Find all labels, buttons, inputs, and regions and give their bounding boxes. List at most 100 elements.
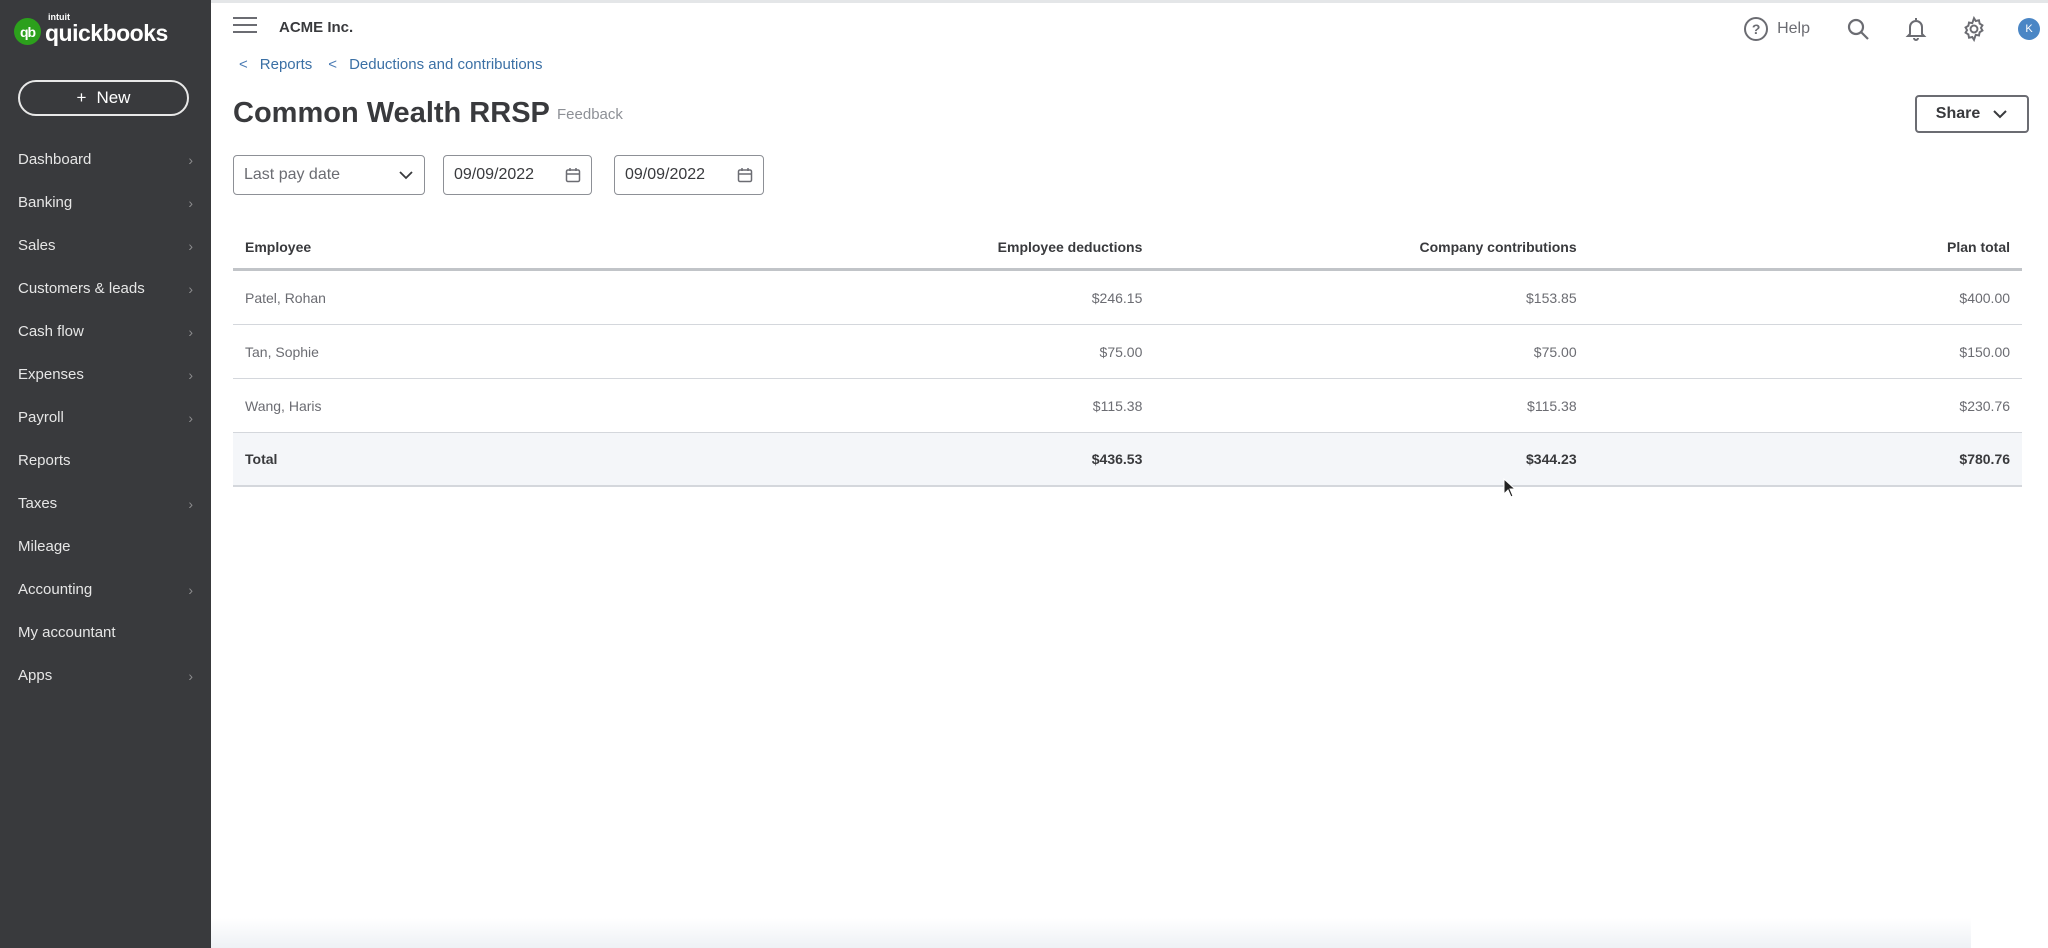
chevron-right-icon: › bbox=[188, 495, 193, 512]
breadcrumb-deductions-link[interactable]: Deductions and contributions bbox=[349, 56, 542, 73]
sidebar-nav: Dashboard › Banking › Sales › Customers … bbox=[0, 138, 211, 697]
sidebar-item-banking[interactable]: Banking › bbox=[0, 181, 211, 224]
chevron-right-icon: › bbox=[188, 151, 193, 168]
chevron-right-icon: › bbox=[188, 280, 193, 297]
sidebar-item-label: My accountant bbox=[18, 624, 116, 641]
date-type-select[interactable]: Last pay date bbox=[233, 155, 425, 195]
plus-icon: + bbox=[76, 88, 87, 107]
chevron-right-icon: › bbox=[188, 194, 193, 211]
table-row[interactable]: Tan, Sophie $75.00 $75.00 $150.00 bbox=[233, 325, 2022, 379]
total-employee-deductions: $436.53 bbox=[1091, 451, 1143, 467]
sidebar-item-label: Taxes bbox=[18, 495, 58, 512]
sidebar-item-my-accountant[interactable]: My accountant bbox=[0, 611, 211, 654]
help-label: Help bbox=[1777, 20, 1810, 37]
logo-intuit-text: intuit bbox=[48, 12, 70, 22]
company-name: ACME Inc. bbox=[279, 19, 354, 36]
total-company-contributions: $344.23 bbox=[1526, 451, 1577, 467]
sidebar-item-label: Banking bbox=[18, 194, 73, 211]
quickbooks-logo[interactable]: qb intuit quickbooks bbox=[14, 12, 168, 47]
column-header-plan-total[interactable]: Plan total bbox=[1589, 239, 2022, 255]
table-row[interactable]: Wang, Haris $115.38 $115.38 $230.76 bbox=[233, 379, 2022, 433]
plan-total: $230.76 bbox=[1959, 397, 2011, 414]
sidebar-item-label: Customers & leads bbox=[18, 280, 145, 297]
start-date-field[interactable]: 09/09/2022 bbox=[443, 155, 592, 195]
chevron-down-icon bbox=[399, 171, 413, 180]
mouse-cursor-icon bbox=[1503, 478, 1517, 498]
chevron-down-icon bbox=[1993, 110, 2007, 119]
app-window: qb intuit quickbooks + New Dashboard › B… bbox=[0, 0, 2048, 948]
sidebar-item-payroll[interactable]: Payroll › bbox=[0, 396, 211, 439]
plan-total: $150.00 bbox=[1959, 343, 2011, 360]
user-avatar[interactable]: K bbox=[2018, 18, 2040, 40]
sidebar-item-label: Payroll bbox=[18, 409, 64, 426]
end-date-value: 09/09/2022 bbox=[625, 166, 706, 183]
share-button[interactable]: Share bbox=[1915, 95, 2029, 133]
bell-icon[interactable] bbox=[1902, 15, 1930, 43]
help-button[interactable]: ? Help bbox=[1744, 17, 1810, 41]
total-label: Total bbox=[245, 451, 278, 467]
sidebar-item-apps[interactable]: Apps › bbox=[0, 654, 211, 697]
help-icon: ? bbox=[1744, 17, 1769, 41]
report-table: Employee Employee deductions Company con… bbox=[233, 226, 2022, 487]
company-contributions: $75.00 bbox=[1533, 343, 1577, 360]
table-row[interactable]: Patel, Rohan $246.15 $153.85 $400.00 bbox=[233, 271, 2022, 325]
calendar-icon[interactable] bbox=[737, 167, 753, 183]
new-button[interactable]: + New bbox=[18, 80, 189, 116]
employee-name: Tan, Sophie bbox=[245, 343, 319, 360]
employee-deductions: $115.38 bbox=[1092, 397, 1143, 414]
employee-name: Patel, Rohan bbox=[245, 289, 326, 306]
table-header-row: Employee Employee deductions Company con… bbox=[233, 226, 2022, 271]
sidebar: qb intuit quickbooks + New Dashboard › B… bbox=[0, 0, 211, 948]
chevron-right-icon: › bbox=[188, 237, 193, 254]
sidebar-item-taxes[interactable]: Taxes › bbox=[0, 482, 211, 525]
quickbooks-logo-icon: qb bbox=[14, 18, 41, 45]
calendar-icon[interactable] bbox=[565, 167, 581, 183]
sidebar-item-label: Reports bbox=[18, 452, 71, 469]
sidebar-item-label: Mileage bbox=[18, 538, 71, 555]
employee-name: Wang, Haris bbox=[245, 397, 322, 414]
sidebar-item-expenses[interactable]: Expenses › bbox=[0, 353, 211, 396]
total-plan-total: $780.76 bbox=[1959, 451, 2011, 467]
sidebar-item-cash-flow[interactable]: Cash flow › bbox=[0, 310, 211, 353]
share-button-label: Share bbox=[1935, 105, 1981, 122]
top-header: ACME Inc. ? Help K bbox=[211, 3, 2048, 51]
sidebar-item-mileage[interactable]: Mileage bbox=[0, 525, 211, 568]
sidebar-item-accounting[interactable]: Accounting › bbox=[0, 568, 211, 611]
start-date-value: 09/09/2022 bbox=[454, 166, 535, 183]
sidebar-item-reports[interactable]: Reports bbox=[0, 439, 211, 482]
employee-deductions: $246.15 bbox=[1091, 289, 1143, 306]
sidebar-item-label: Expenses bbox=[18, 366, 84, 383]
column-header-company-contributions[interactable]: Company contributions bbox=[1154, 239, 1588, 255]
sidebar-item-label: Accounting bbox=[18, 581, 93, 598]
employee-deductions: $75.00 bbox=[1099, 343, 1143, 360]
chevron-left-icon: < bbox=[328, 56, 338, 73]
sidebar-item-label: Sales bbox=[18, 237, 56, 254]
breadcrumb: < Reports < Deductions and contributions bbox=[239, 56, 559, 73]
feedback-link[interactable]: Feedback bbox=[557, 106, 623, 123]
chevron-right-icon: › bbox=[188, 581, 193, 598]
chevron-left-icon: < bbox=[239, 56, 248, 73]
column-header-employee-deductions[interactable]: Employee deductions bbox=[720, 239, 1154, 255]
bottom-scroll-shadow bbox=[211, 918, 1971, 948]
plan-total: $400.00 bbox=[1959, 289, 2011, 306]
sidebar-item-label: Apps bbox=[18, 667, 53, 684]
sidebar-item-customers-leads[interactable]: Customers & leads › bbox=[0, 267, 211, 310]
gear-icon[interactable] bbox=[1960, 15, 1988, 43]
hamburger-menu-icon[interactable] bbox=[233, 17, 257, 35]
end-date-field[interactable]: 09/09/2022 bbox=[614, 155, 764, 195]
header-actions: ? Help K bbox=[1744, 13, 2048, 45]
chevron-right-icon: › bbox=[188, 409, 193, 426]
logo-wordmark: quickbooks bbox=[45, 20, 168, 46]
page-title: Common Wealth RRSP bbox=[233, 97, 550, 129]
table-total-row: Total $436.53 $344.23 $780.76 bbox=[233, 433, 2022, 487]
logo-text: intuit quickbooks bbox=[45, 12, 168, 47]
sidebar-item-label: Cash flow bbox=[18, 323, 84, 340]
chevron-right-icon: › bbox=[188, 667, 193, 684]
sidebar-item-dashboard[interactable]: Dashboard › bbox=[0, 138, 211, 181]
breadcrumb-reports-link[interactable]: Reports bbox=[260, 56, 313, 73]
search-icon[interactable] bbox=[1844, 15, 1872, 43]
column-header-employee[interactable]: Employee bbox=[233, 239, 720, 255]
chevron-right-icon: › bbox=[188, 366, 193, 383]
sidebar-item-label: Dashboard bbox=[18, 151, 92, 168]
sidebar-item-sales[interactable]: Sales › bbox=[0, 224, 211, 267]
